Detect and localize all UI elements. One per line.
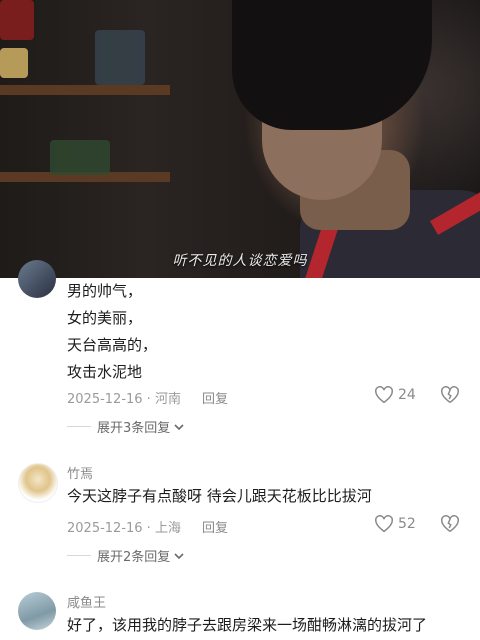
bottle <box>95 30 145 85</box>
reply-button[interactable]: 回复 <box>202 388 228 407</box>
comment-date: 2025-12-16 · 河南 <box>67 392 181 407</box>
chevron-down-icon <box>174 423 184 430</box>
expand-replies-button[interactable]: 展开3条回复 <box>67 417 185 436</box>
video-subtitle: 听不见的人谈恋爱吗 <box>172 253 308 269</box>
expand-replies-button[interactable]: 展开2条回复 <box>67 546 185 565</box>
expand-label: 展开2条回复 <box>97 550 171 565</box>
like-button[interactable]: 24 <box>374 386 416 404</box>
shelf <box>0 85 170 95</box>
dislike-icon[interactable] <box>440 386 460 404</box>
heart-icon <box>375 515 393 533</box>
like-count: 52 <box>398 516 416 532</box>
username[interactable]: 竹焉 <box>67 463 93 482</box>
like-count: 24 <box>398 387 416 403</box>
username[interactable]: 咸鱼王 <box>67 592 106 611</box>
avatar[interactable] <box>18 592 56 630</box>
dislike-icon[interactable] <box>440 515 460 533</box>
expand-label: 展开3条回复 <box>97 421 171 436</box>
avatar[interactable] <box>18 260 56 298</box>
like-button[interactable]: 52 <box>374 515 416 533</box>
chevron-down-icon <box>174 552 184 559</box>
comment-line: 攻击水泥地 <box>67 363 143 381</box>
avatar[interactable] <box>18 463 58 503</box>
red-jar <box>0 0 34 40</box>
comment-line: 天台高高的， <box>67 336 158 354</box>
hair <box>232 0 432 130</box>
comment-line: 好了，该用我的脖子去跟房梁来一场酣畅淋漓的拔河了 <box>67 616 428 634</box>
divider-line <box>67 426 91 427</box>
comment-list: 男的帅气， 女的美丽， 天台高高的， 攻击水泥地 2025-12-16 · 河南… <box>0 260 480 640</box>
comment-line: 今天这脖子有点酸呀 待会儿跟天花板比比拔河 <box>67 487 372 505</box>
reply-button[interactable]: 回复 <box>202 517 228 536</box>
comment-date: 2025-12-16 · 上海 <box>67 521 181 536</box>
divider-line <box>67 555 91 556</box>
comment-text: 好了，该用我的脖子去跟房梁来一场酣畅淋漓的拔河了 <box>67 612 427 639</box>
comment-text: 男的帅气， 女的美丽， 天台高高的， 攻击水泥地 <box>67 278 157 386</box>
heart-icon <box>375 386 393 404</box>
green-item <box>50 140 110 175</box>
cup <box>0 48 28 78</box>
comment-text: 今天这脖子有点酸呀 待会儿跟天花板比比拔河 <box>67 483 372 510</box>
comment-line: 男的帅气， <box>67 282 143 300</box>
video-frame[interactable]: 听不见的人谈恋爱吗 <box>0 0 480 278</box>
comment-line: 女的美丽， <box>67 309 143 327</box>
